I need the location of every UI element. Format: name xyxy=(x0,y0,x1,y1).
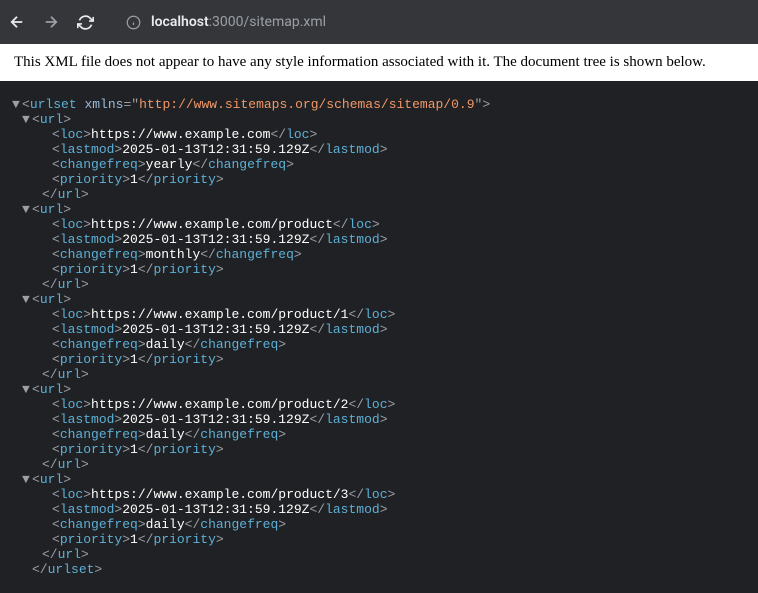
xml-line: ▼<urlset xmlns="http://www.sitemaps.org/… xyxy=(12,97,746,112)
url-text: localhost:3000/sitemap.xml xyxy=(151,14,326,30)
forward-icon[interactable] xyxy=(42,13,60,31)
xml-line: <changefreq>monthly</changefreq> xyxy=(12,247,746,262)
xml-line: ▼<url> xyxy=(12,472,746,487)
disclosure-triangle-icon[interactable]: ▼ xyxy=(12,97,22,112)
xml-line: <lastmod>2025-01-13T12:31:59.129Z</lastm… xyxy=(12,232,746,247)
xml-line: <priority>1</priority> xyxy=(12,172,746,187)
xml-line: <changefreq>daily</changefreq> xyxy=(12,517,746,532)
nav-buttons xyxy=(8,13,94,31)
xml-line: <loc>https://www.example.com/product/3</… xyxy=(12,487,746,502)
info-icon[interactable] xyxy=(126,15,141,30)
url-path: /sitemap.xml xyxy=(244,14,326,30)
banner-text: This XML file does not appear to have an… xyxy=(14,54,706,70)
disclosure-triangle-icon[interactable]: ▼ xyxy=(22,472,32,487)
xml-line: ▼<url> xyxy=(12,112,746,127)
xml-line: </url> xyxy=(12,367,746,382)
xml-line: <changefreq>daily</changefreq> xyxy=(12,337,746,352)
xml-line: <lastmod>2025-01-13T12:31:59.129Z</lastm… xyxy=(12,502,746,517)
xml-line: <loc>https://www.example.com/product/2</… xyxy=(12,397,746,412)
xml-line: <changefreq>yearly</changefreq> xyxy=(12,157,746,172)
browser-toolbar: localhost:3000/sitemap.xml xyxy=(0,0,758,44)
disclosure-triangle-icon[interactable]: ▼ xyxy=(22,292,32,307)
xml-info-banner: This XML file does not appear to have an… xyxy=(0,44,758,81)
xml-line: ▼<url> xyxy=(12,202,746,217)
xml-line: <lastmod>2025-01-13T12:31:59.129Z</lastm… xyxy=(12,412,746,427)
xml-line: <loc>https://www.example.com</loc> xyxy=(12,127,746,142)
back-icon[interactable] xyxy=(8,13,26,31)
url-bar[interactable]: localhost:3000/sitemap.xml xyxy=(122,14,750,30)
xml-line: <priority>1</priority> xyxy=(12,262,746,277)
xml-line: <priority>1</priority> xyxy=(12,442,746,457)
xml-tree: ▼<urlset xmlns="http://www.sitemaps.org/… xyxy=(0,81,758,593)
xml-line: <priority>1</priority> xyxy=(12,532,746,547)
disclosure-triangle-icon[interactable]: ▼ xyxy=(22,382,32,397)
xml-line: <loc>https://www.example.com/product</lo… xyxy=(12,217,746,232)
xml-line: </url> xyxy=(12,457,746,472)
xml-line: </url> xyxy=(12,547,746,562)
xml-line: <loc>https://www.example.com/product/1</… xyxy=(12,307,746,322)
xml-line: <lastmod>2025-01-13T12:31:59.129Z</lastm… xyxy=(12,322,746,337)
reload-icon[interactable] xyxy=(76,13,94,31)
xml-line: </urlset> xyxy=(12,562,746,577)
url-port: :3000 xyxy=(209,14,244,30)
xml-line: <lastmod>2025-01-13T12:31:59.129Z</lastm… xyxy=(12,142,746,157)
url-host: localhost xyxy=(151,14,209,30)
xml-line: ▼<url> xyxy=(12,382,746,397)
xml-line: ▼<url> xyxy=(12,292,746,307)
disclosure-triangle-icon[interactable]: ▼ xyxy=(22,202,32,217)
xml-line: <priority>1</priority> xyxy=(12,352,746,367)
xml-line: <changefreq>daily</changefreq> xyxy=(12,427,746,442)
xml-line: </url> xyxy=(12,187,746,202)
disclosure-triangle-icon[interactable]: ▼ xyxy=(22,112,32,127)
xml-line: </url> xyxy=(12,277,746,292)
